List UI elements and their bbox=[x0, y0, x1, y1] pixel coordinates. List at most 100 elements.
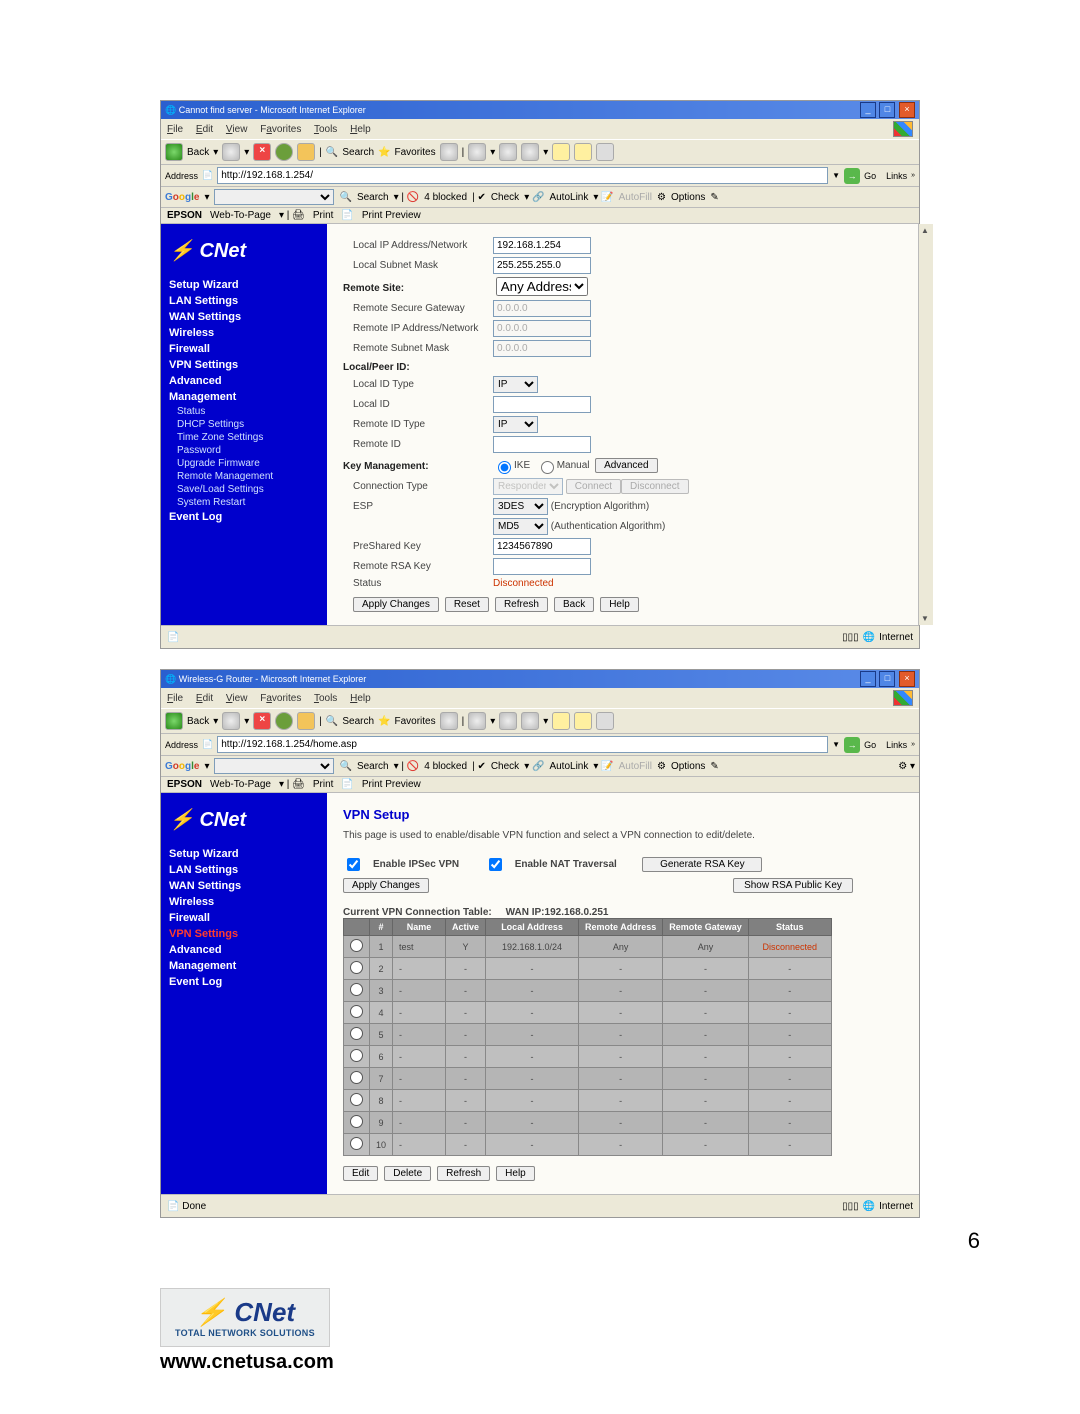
help-button[interactable]: Help bbox=[496, 1166, 535, 1181]
menu-view[interactable]: View bbox=[226, 124, 248, 135]
google-search-input[interactable] bbox=[214, 758, 334, 774]
help-button[interactable]: Help bbox=[600, 597, 639, 612]
remote-site-select[interactable]: Any Address bbox=[496, 277, 588, 296]
psk-input[interactable] bbox=[493, 538, 591, 555]
messenger-icon[interactable] bbox=[596, 143, 614, 161]
nav-upgrade[interactable]: Upgrade Firmware bbox=[169, 457, 319, 470]
research-icon[interactable] bbox=[574, 143, 592, 161]
nav-restart[interactable]: System Restart bbox=[169, 496, 319, 509]
menu-favorites[interactable]: Favorites bbox=[260, 693, 301, 704]
row-radio[interactable] bbox=[350, 1093, 363, 1106]
lidt-select[interactable]: IP bbox=[493, 376, 538, 393]
nav-vpn-settings[interactable]: VPN Settings bbox=[169, 357, 319, 373]
table-row[interactable]: 3 - - - - - - bbox=[344, 980, 832, 1002]
esp-auth-select[interactable]: MD5 bbox=[493, 518, 548, 535]
address-input[interactable] bbox=[217, 736, 828, 753]
menu-edit[interactable]: Edit bbox=[196, 124, 213, 135]
google-search[interactable]: Search bbox=[357, 192, 389, 203]
table-row[interactable]: 5 - - - - - - bbox=[344, 1024, 832, 1046]
google-check[interactable]: Check bbox=[491, 761, 519, 772]
menu-tools[interactable]: Tools bbox=[314, 693, 337, 704]
minimize-button[interactable]: _ bbox=[860, 102, 876, 118]
stop-icon[interactable]: × bbox=[253, 143, 271, 161]
table-row[interactable]: 2 - - - - - - bbox=[344, 958, 832, 980]
google-search[interactable]: Search bbox=[357, 761, 389, 772]
epson-print[interactable]: Print bbox=[313, 779, 334, 790]
links-label[interactable]: Links bbox=[886, 171, 907, 181]
epson-print[interactable]: Print bbox=[313, 210, 334, 221]
epson-preview[interactable]: Print Preview bbox=[362, 779, 421, 790]
history-icon[interactable] bbox=[440, 143, 458, 161]
rmask-input[interactable] bbox=[493, 340, 591, 357]
rsg-input[interactable] bbox=[493, 300, 591, 317]
rid-input[interactable] bbox=[493, 436, 591, 453]
nav-saveload[interactable]: Save/Load Settings bbox=[169, 483, 319, 496]
favorites-button[interactable]: Favorites bbox=[395, 716, 436, 727]
edit-icon[interactable] bbox=[521, 143, 539, 161]
back-icon[interactable] bbox=[165, 143, 183, 161]
apply-changes-button[interactable]: Apply Changes bbox=[343, 878, 429, 893]
row-radio[interactable] bbox=[350, 961, 363, 974]
apply-button[interactable]: Apply Changes bbox=[353, 597, 439, 612]
nav-lan-settings[interactable]: LAN Settings bbox=[169, 293, 319, 309]
google-autofill[interactable]: AutoFill bbox=[619, 761, 652, 772]
home-icon[interactable] bbox=[297, 143, 315, 161]
close-button[interactable]: × bbox=[899, 671, 915, 687]
google-search-input[interactable] bbox=[214, 189, 334, 205]
rip-input[interactable] bbox=[493, 320, 591, 337]
menu-file[interactable]: File bbox=[167, 124, 183, 135]
go-button[interactable]: → bbox=[844, 737, 860, 753]
nav-dhcp[interactable]: DHCP Settings bbox=[169, 418, 319, 431]
nav-firewall[interactable]: Firewall bbox=[169, 910, 319, 926]
home-icon[interactable] bbox=[297, 712, 315, 730]
research-icon[interactable] bbox=[574, 712, 592, 730]
scrollbar[interactable] bbox=[918, 224, 933, 625]
nav-remote-mgmt[interactable]: Remote Management bbox=[169, 470, 319, 483]
edit-button[interactable]: Edit bbox=[343, 1166, 378, 1181]
show-rsa-button[interactable]: Show RSA Public Key bbox=[733, 878, 853, 893]
back-button[interactable]: Back bbox=[554, 597, 594, 612]
epson-wtp[interactable]: Web-To-Page bbox=[210, 210, 271, 221]
search-button[interactable]: Search bbox=[342, 716, 374, 727]
nav-advanced[interactable]: Advanced bbox=[169, 373, 319, 389]
connect-button[interactable]: Connect bbox=[566, 479, 621, 494]
table-row[interactable]: 10 - - - - - - bbox=[344, 1134, 832, 1156]
close-button[interactable]: × bbox=[899, 102, 915, 118]
local-mask-input[interactable] bbox=[493, 257, 591, 274]
refresh-button[interactable]: Refresh bbox=[495, 597, 548, 612]
row-radio[interactable] bbox=[350, 1071, 363, 1084]
forward-icon[interactable] bbox=[222, 712, 240, 730]
google-settings-icon[interactable]: ⚙ ▾ bbox=[898, 761, 915, 772]
row-radio[interactable] bbox=[350, 1027, 363, 1040]
maximize-button[interactable]: □ bbox=[879, 102, 895, 118]
esp-enc-select[interactable]: 3DES bbox=[493, 498, 548, 515]
refresh-button[interactable]: Refresh bbox=[437, 1166, 490, 1181]
ridt-select[interactable]: IP bbox=[493, 416, 538, 433]
google-check[interactable]: Check bbox=[491, 192, 519, 203]
mail-icon[interactable] bbox=[468, 143, 486, 161]
forward-icon[interactable] bbox=[222, 143, 240, 161]
row-radio[interactable] bbox=[350, 1137, 363, 1150]
ct-select[interactable]: Responder bbox=[493, 478, 563, 495]
google-blocked[interactable]: 4 blocked bbox=[424, 192, 467, 203]
google-autolink[interactable]: AutoLink bbox=[549, 192, 588, 203]
address-input[interactable] bbox=[217, 167, 828, 184]
manual-radio[interactable] bbox=[541, 461, 554, 474]
minimize-button[interactable]: _ bbox=[860, 671, 876, 687]
nav-timezone[interactable]: Time Zone Settings bbox=[169, 431, 319, 444]
nav-wan-settings[interactable]: WAN Settings bbox=[169, 878, 319, 894]
links-label[interactable]: Links bbox=[886, 740, 907, 750]
google-options[interactable]: Options bbox=[671, 761, 705, 772]
history-icon[interactable] bbox=[440, 712, 458, 730]
ike-radio[interactable] bbox=[498, 461, 511, 474]
nav-management[interactable]: Management bbox=[169, 389, 319, 405]
delete-button[interactable]: Delete bbox=[384, 1166, 431, 1181]
menu-view[interactable]: View bbox=[226, 693, 248, 704]
refresh-icon[interactable] bbox=[275, 143, 293, 161]
nav-setup-wizard[interactable]: Setup Wizard bbox=[169, 277, 319, 293]
nav-lan-settings[interactable]: LAN Settings bbox=[169, 862, 319, 878]
nav-vpn-settings[interactable]: VPN Settings bbox=[169, 926, 319, 942]
nav-event-log[interactable]: Event Log bbox=[169, 974, 319, 990]
menu-help[interactable]: Help bbox=[350, 124, 371, 135]
local-ip-input[interactable] bbox=[493, 237, 591, 254]
